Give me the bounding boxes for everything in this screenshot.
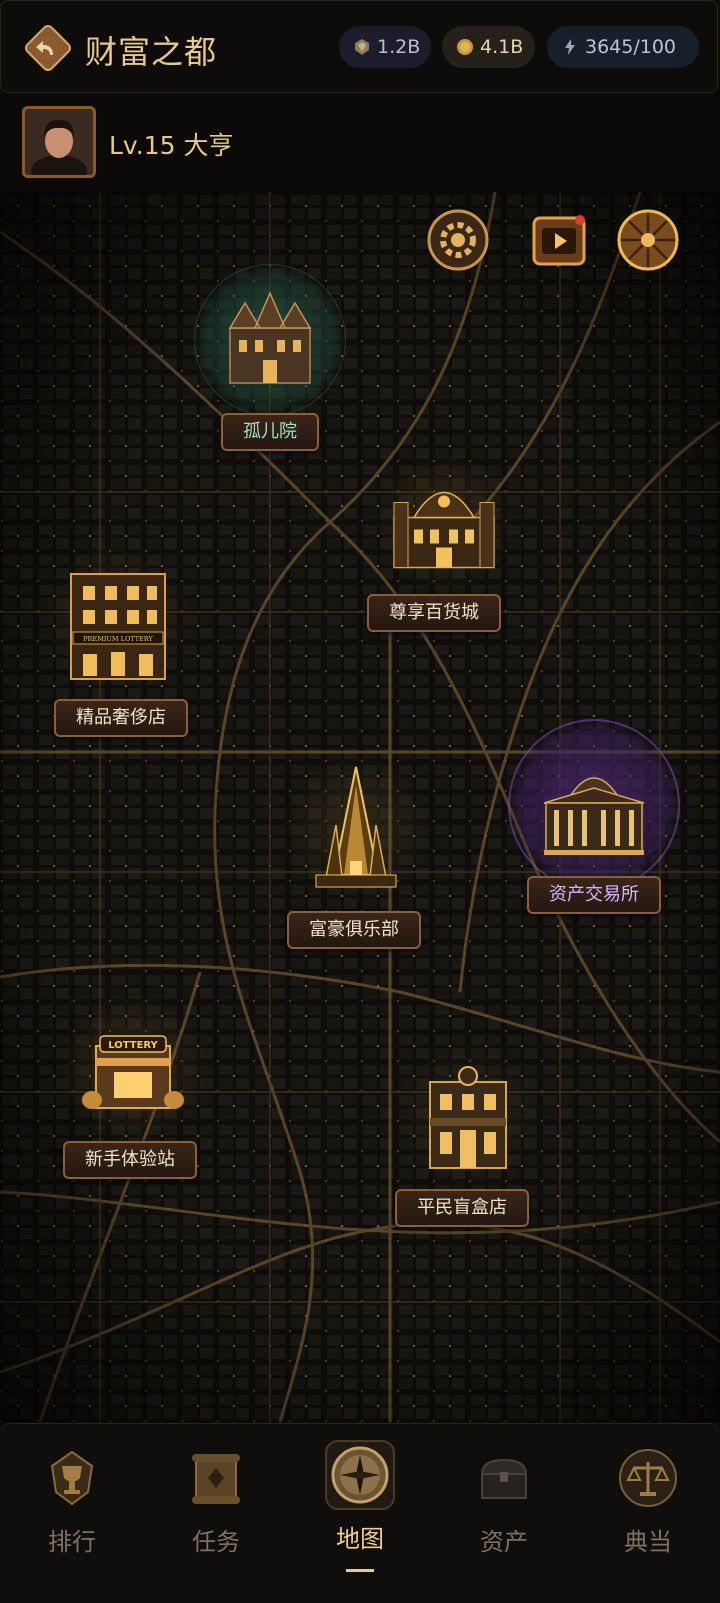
- gem-balance[interactable]: 1.2B: [339, 26, 431, 68]
- luxury-shop-building-icon: PREMIUM LOTTERY: [70, 573, 166, 680]
- compass-icon: [325, 1440, 395, 1510]
- nav-item-tasks[interactable]: 任务: [144, 1424, 288, 1603]
- blindbox-building-icon: [429, 1066, 507, 1169]
- rich-club-label: 富豪俱乐部: [287, 911, 421, 949]
- lightning-icon: [565, 39, 575, 55]
- settings-gear-icon[interactable]: [426, 208, 490, 272]
- page-title: 财富之都: [85, 33, 218, 71]
- newbie-label: 新手体验站: [63, 1141, 197, 1179]
- nav-label-pawn: 典当: [624, 1528, 672, 1556]
- top-bar: 财富之都 1.2B 4.1B 3645/100: [0, 0, 718, 93]
- lucky-wheel-icon[interactable]: [616, 208, 680, 272]
- nav-label-tasks: 任务: [192, 1528, 240, 1556]
- nav-item-map[interactable]: 地图: [288, 1424, 432, 1603]
- rich-club-building-icon: [315, 766, 397, 888]
- scroll-icon: [192, 1454, 240, 1504]
- nav-item-assets[interactable]: 资产: [432, 1424, 576, 1603]
- scales-icon: [619, 1449, 677, 1507]
- avatar[interactable]: [22, 106, 96, 178]
- player-level: Lv.15 大亨: [109, 131, 234, 160]
- energy-amount: 3645/100: [585, 36, 677, 58]
- energy-balance[interactable]: 3645/100: [547, 26, 699, 68]
- dept-store-building-icon: [393, 491, 495, 569]
- player-profile: Lv.15 大亨: [0, 96, 720, 192]
- active-indicator: [346, 1569, 374, 1572]
- gem-icon: [355, 39, 369, 55]
- avatar-portrait-icon: [25, 109, 93, 175]
- bottom-nav: 排行 任务 地图 资产 典当: [0, 1423, 720, 1603]
- dept-store-label: 尊享百货城: [367, 594, 501, 632]
- nav-item-pawn[interactable]: 典当: [576, 1424, 720, 1603]
- back-arrow-icon[interactable]: [23, 23, 73, 73]
- gem-amount: 1.2B: [377, 36, 421, 58]
- luxury-shop-label: 精品奢侈店: [54, 699, 188, 737]
- chest-icon: [480, 1458, 528, 1499]
- nav-label-ranking: 排行: [48, 1528, 96, 1556]
- nav-label-assets: 资产: [480, 1528, 528, 1556]
- nav-label-map: 地图: [336, 1525, 384, 1553]
- video-play-icon[interactable]: [528, 208, 592, 272]
- newbie-sign: LOTTERY: [108, 1040, 158, 1051]
- coin-balance[interactable]: 4.1B: [442, 26, 535, 68]
- exchange-building-icon: [543, 777, 645, 855]
- orphanage-building-icon: [228, 291, 312, 384]
- trophy-icon: [50, 1450, 94, 1506]
- city-map[interactable]: 孤儿院 尊享百货城 PREMIUM LOTTERY 精品奢侈店 资产交易所 富豪…: [0, 192, 720, 1422]
- blindbox-label: 平民盲盒店: [395, 1189, 529, 1227]
- luxury-shop-sign: PREMIUM LOTTERY: [83, 635, 153, 643]
- nav-item-ranking[interactable]: 排行: [0, 1424, 144, 1603]
- newbie-building-icon: LOTTERY: [82, 1035, 184, 1109]
- coin-icon: [457, 39, 473, 55]
- orphanage-label: 孤儿院: [221, 413, 319, 451]
- exchange-label: 资产交易所: [527, 876, 661, 914]
- coin-amount: 4.1B: [480, 36, 524, 58]
